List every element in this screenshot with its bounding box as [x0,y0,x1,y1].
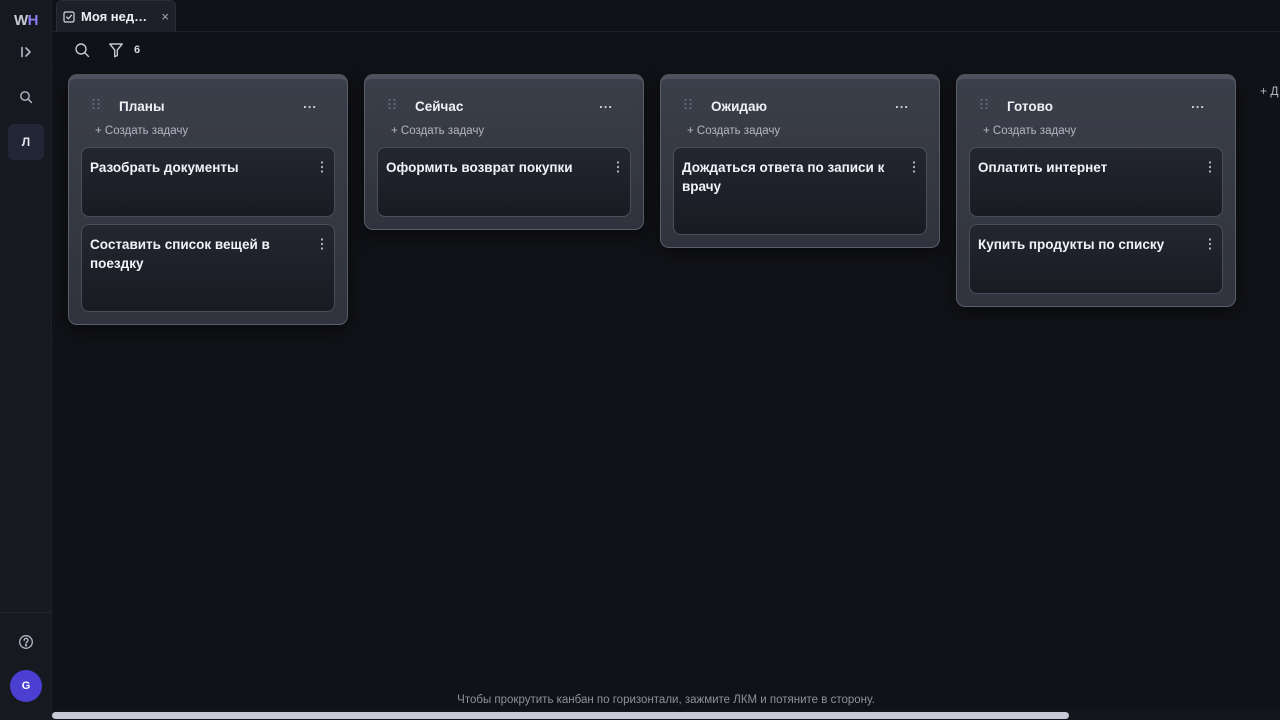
filter-count: 6 [134,44,141,56]
column-waiting: Ожидаю ... + Создать задачу Дождаться от… [660,74,940,248]
kebab-icon[interactable] [1208,237,1212,251]
task-card[interactable]: Дождаться ответа по записи к врачу [673,147,927,235]
column-title: Планы [119,99,165,114]
task-title: Составить список вещей в поездку [90,237,270,271]
task-card[interactable]: Купить продукты по списку [969,224,1223,294]
checkbox-icon [63,10,75,23]
column-title: Ожидаю [711,99,767,114]
app-logo[interactable]: WH [0,12,52,29]
filter-icon[interactable] [108,42,124,58]
task-title: Оплатить интернет [978,160,1108,175]
tab-close-button[interactable]: × [161,9,169,24]
column-more-button[interactable]: ... [303,96,317,111]
help-button[interactable] [8,624,44,660]
column-title: Сейчас [415,99,464,114]
app-root: WH Л G Моя нед… × 6 Планы ... + Создать … [0,0,1280,720]
task-card[interactable]: Оплатить интернет [969,147,1223,217]
drag-handle-icon[interactable] [387,98,397,110]
column-plans: Планы ... + Создать задачу Разобрать док… [68,74,348,325]
drag-handle-icon[interactable] [683,98,693,110]
column-now: Сейчас ... + Создать задачу Оформить воз… [364,74,644,230]
scroll-hint: Чтобы прокрутить канбан по горизонтали, … [457,694,875,706]
task-title: Купить продукты по списку [978,237,1165,252]
create-task-button[interactable]: + Создать задачу [983,125,1235,147]
column-more-button[interactable]: ... [895,96,909,111]
task-title: Разобрать документы [90,160,239,175]
column-header: Ожидаю ... [661,79,939,129]
create-task-button[interactable]: + Создать задачу [687,125,939,147]
expand-sidebar-icon [21,46,31,58]
column-header: Готово ... [957,79,1235,129]
drag-handle-icon[interactable] [91,98,101,110]
drag-handle-icon[interactable] [979,98,989,110]
task-title: Дождаться ответа по записи к врачу [682,160,885,194]
card-list: Дождаться ответа по записи к врачу [661,147,939,247]
tab-bar: Моя нед… × [52,0,1280,32]
task-title: Оформить возврат покупки [386,160,573,175]
card-list: Оплатить интернет Купить продукты по спи… [957,147,1235,306]
search-icon [20,91,33,104]
column-done: Готово ... + Создать задачу Оплатить инт… [956,74,1236,307]
create-task-button[interactable]: + Создать задачу [95,125,347,147]
kebab-icon[interactable] [320,160,324,174]
column-title: Готово [1007,99,1053,114]
logo-w: W [13,12,28,29]
column-more-button[interactable]: ... [599,96,613,111]
logo-h: H [27,12,39,29]
tab-my-week[interactable]: Моя нед… × [56,0,176,32]
horizontal-scrollbar-thumb[interactable] [52,712,1069,719]
create-task-button[interactable]: + Создать задачу [391,125,643,147]
workspace-button[interactable]: Л [8,124,44,160]
add-column-button[interactable]: + Д [1260,84,1278,98]
tab-label: Моя нед… [81,9,148,24]
task-card[interactable]: Оформить возврат покупки [377,147,631,217]
card-list: Оформить возврат покупки [365,147,643,229]
kebab-icon[interactable] [912,160,916,174]
column-header: Сейчас ... [365,79,643,129]
board-toolbar: 6 [52,36,252,64]
expand-sidebar-button[interactable] [8,34,44,70]
task-card[interactable]: Разобрать документы [81,147,335,217]
task-card[interactable]: Составить список вещей в поездку [81,224,335,312]
column-more-button[interactable]: ... [1191,96,1205,111]
column-header: Планы ... [69,79,347,129]
help-icon [19,635,33,649]
sidebar-search-button[interactable] [8,79,44,115]
kebab-icon[interactable] [616,160,620,174]
card-list: Разобрать документы Составить список вещ… [69,147,347,324]
kebab-icon[interactable] [320,237,324,251]
kebab-icon[interactable] [1208,160,1212,174]
left-sidebar: WH Л G [0,0,52,720]
search-icon[interactable] [74,42,90,58]
sidebar-divider [0,612,52,613]
